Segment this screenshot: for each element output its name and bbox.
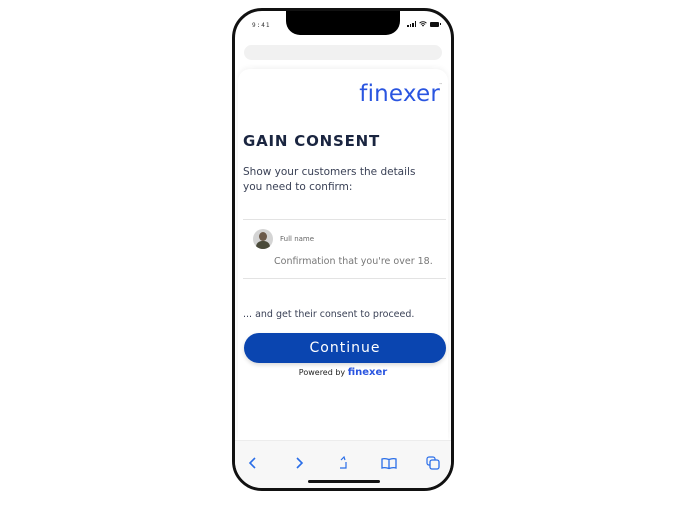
notch [286, 11, 400, 35]
signal-icon [407, 21, 416, 27]
finexer-logo: finexer [359, 81, 440, 107]
continue-button[interactable]: Continue [244, 333, 446, 363]
bookmarks-icon[interactable] [379, 453, 399, 473]
page-description: Show your customers the details you need… [243, 166, 416, 193]
back-icon[interactable] [243, 453, 263, 473]
powered-by: Powered by finexer [238, 367, 448, 378]
trademark-mark: ™ [439, 82, 442, 86]
forward-icon[interactable] [289, 453, 309, 473]
wifi-icon [419, 21, 427, 27]
powered-by-label: Powered by [298, 368, 346, 377]
status-icons [407, 21, 441, 27]
field-value: Confirmation that you're over 18. [274, 256, 433, 267]
field-label: Full name [280, 235, 315, 243]
powered-by-brand: finexer [347, 367, 388, 378]
divider-bottom [243, 278, 446, 279]
consent-text: ... and get their consent to proceed. [243, 309, 415, 320]
divider-top [243, 219, 446, 220]
page-title: GAIN CONSENT [243, 132, 381, 150]
tabs-icon[interactable] [423, 453, 443, 473]
status-time: 9:41 [252, 22, 271, 29]
avatar [253, 229, 273, 249]
url-bar[interactable] [244, 45, 442, 60]
share-icon[interactable] [334, 453, 354, 473]
battery-icon [430, 21, 441, 27]
home-indicator [308, 480, 380, 483]
phone-frame: 9:41 finexer ™ GAIN CONSENT Show your cu… [232, 8, 454, 491]
consent-sheet: finexer ™ GAIN CONSENT Show your custome… [238, 69, 448, 440]
